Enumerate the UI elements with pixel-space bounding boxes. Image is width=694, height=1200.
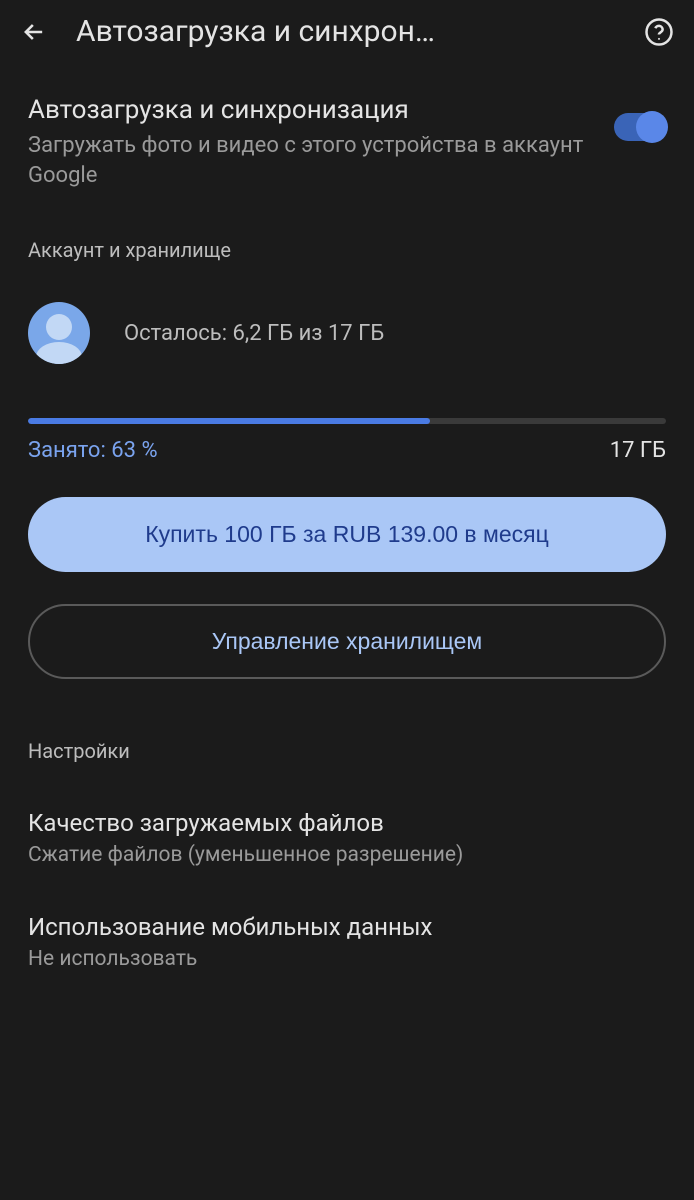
account-row[interactable]: Осталось: 6,2 ГБ из 17 ГБ [28, 292, 666, 394]
backup-sync-row[interactable]: Автозагрузка и синхронизация Загружать ф… [28, 69, 666, 218]
backup-sync-subtitle: Загружать фото и видео с этого устройств… [28, 131, 594, 190]
backup-sync-toggle[interactable] [614, 113, 666, 141]
storage-progress-labels: Занято: 63 % 17 ГБ [28, 424, 666, 497]
storage-progress-bar [28, 418, 666, 424]
setting-mobile-data[interactable]: Использование мобильных данных Не исполь… [28, 903, 666, 1007]
storage-used-label: Занято: 63 % [28, 438, 158, 463]
header: Автозагрузка и синхрон… [0, 0, 694, 69]
setting-upload-quality[interactable]: Качество загружаемых файлов Сжатие файло… [28, 799, 666, 903]
buy-storage-button[interactable]: Купить 100 ГБ за RUB 139.00 в месяц [28, 497, 666, 572]
setting-subtitle: Сжатие файлов (уменьшенное разрешение) [28, 843, 666, 867]
page-title: Автозагрузка и синхрон… [76, 14, 616, 49]
help-icon[interactable] [644, 17, 674, 47]
avatar-icon [28, 302, 90, 364]
account-storage-label: Аккаунт и хранилище [28, 218, 666, 292]
setting-title: Качество загружаемых файлов [28, 809, 666, 837]
back-arrow-icon[interactable] [20, 18, 48, 46]
manage-storage-button[interactable]: Управление хранилищем [28, 604, 666, 679]
setting-title: Использование мобильных данных [28, 913, 666, 941]
backup-sync-title: Автозагрузка и синхронизация [28, 95, 594, 125]
storage-progress-fill [28, 418, 430, 424]
backup-sync-text: Автозагрузка и синхронизация Загружать ф… [28, 95, 594, 190]
storage-remaining-text: Осталось: 6,2 ГБ из 17 ГБ [124, 321, 384, 346]
settings-label: Настройки [28, 729, 666, 799]
setting-subtitle: Не использовать [28, 947, 666, 971]
storage-total-label: 17 ГБ [610, 438, 666, 463]
toggle-knob [636, 111, 668, 143]
main-content: Автозагрузка и синхронизация Загружать ф… [0, 69, 694, 1007]
